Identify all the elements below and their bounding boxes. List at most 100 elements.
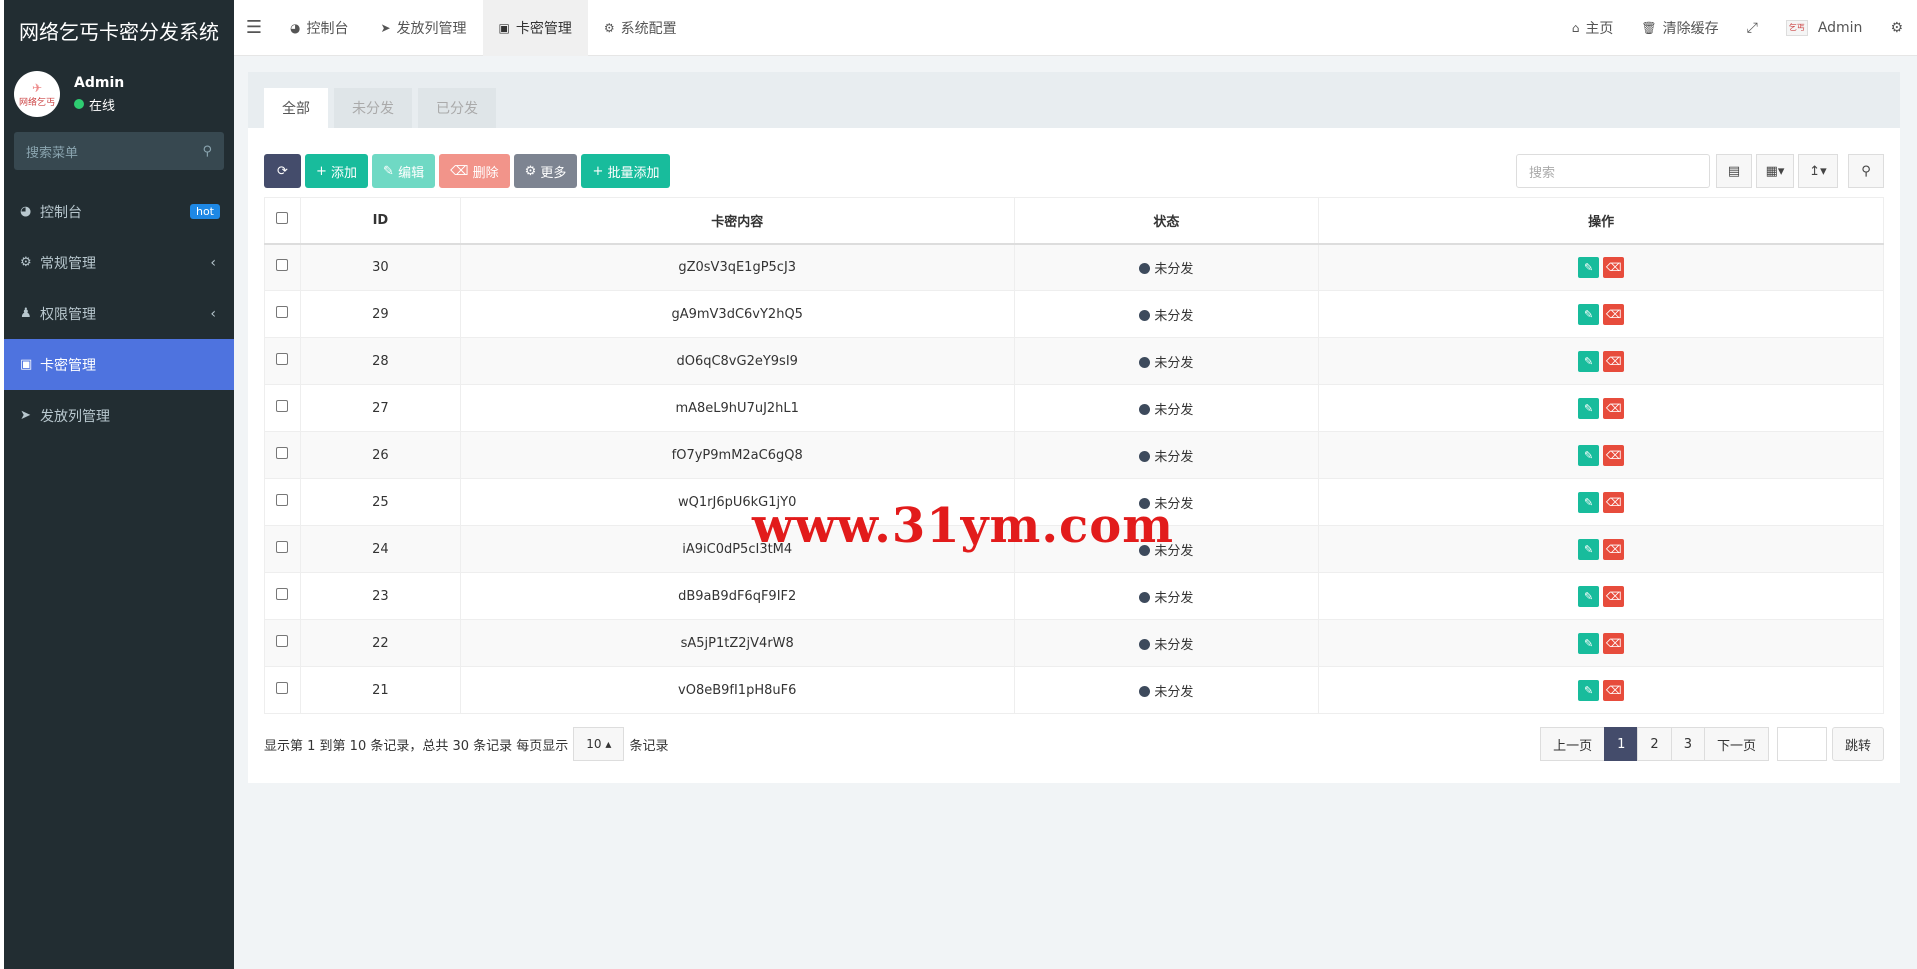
delete-row-button[interactable]: ⌫ [1603,491,1625,513]
page-3-button[interactable]: 3 [1670,727,1705,761]
home-link[interactable]: ⌂ 主页 [1558,18,1628,38]
settings-gear-icon[interactable]: ⚙ [1876,20,1917,36]
menu-toggle-icon[interactable]: ☰ [234,17,274,38]
table-row[interactable]: 27 mA8eL9hU7uJ2hL1 未分发 ✎ ⌫ [264,384,1884,432]
row-content: sA5jP1tZ2jV4rW8 [459,619,1015,667]
card-icon: ▣ [498,20,510,35]
delete-row-button[interactable]: ⌫ [1603,679,1625,701]
delete-row-button[interactable]: ⌫ [1603,538,1625,560]
sidebar-item-cards[interactable]: ▣ 卡密管理 [4,339,234,390]
row-ops: ✎ ⌫ [1318,572,1884,620]
tab-distribution[interactable]: ➤ 发放列管理 [364,0,482,56]
sidebar-search-input[interactable]: 搜索菜单 ⚲ [14,132,224,170]
clear-cache-button[interactable]: 🗑 清除缓存 [1627,18,1732,38]
avatar-logo-icon: ✈ [31,80,43,95]
app-title: 网络乞丐卡密分发系统 [4,0,234,60]
filter-tabs: 全部 未分发 已分发 [248,72,1900,128]
column-header-id[interactable]: ID [299,197,461,245]
delete-row-button[interactable]: ⌫ [1603,256,1625,278]
row-checkbox[interactable] [264,384,301,432]
table-row[interactable]: 30 gZ0sV3qE1gP5cJ3 未分发 ✎ ⌫ [264,243,1884,291]
delete-row-button[interactable]: ⌫ [1603,585,1625,607]
edit-row-button[interactable]: ✎ [1578,350,1600,372]
table-row[interactable]: 21 vO8eB9fI1pH8uF6 未分发 ✎ ⌫ [264,666,1884,714]
edit-row-button[interactable]: ✎ [1578,491,1600,513]
edit-row-button[interactable]: ✎ [1578,397,1600,419]
admin-menu[interactable]: 乞丐 Admin [1772,19,1877,36]
sidebar-item-permissions[interactable]: ♟ 权限管理 ‹ [4,288,234,339]
delete-button[interactable]: ⌫ 删除 [439,154,510,188]
user-status: 在线 [74,95,124,114]
row-id: 22 [299,619,461,667]
refresh-button[interactable]: ⟳ [264,154,301,188]
row-checkbox[interactable] [264,666,301,714]
edit-row-button[interactable]: ✎ [1578,444,1600,466]
table-row[interactable]: 23 dB9aB9dF6qF9IF2 未分发 ✎ ⌫ [264,572,1884,620]
edit-row-button[interactable]: ✎ [1578,538,1600,560]
row-checkbox[interactable] [264,290,301,338]
table-row[interactable]: 22 sA5jP1tZ2jV4rW8 未分发 ✎ ⌫ [264,619,1884,667]
page-2-button[interactable]: 2 [1637,727,1672,761]
column-header-ops: 操作 [1318,197,1884,245]
jump-button[interactable]: 跳转 [1831,727,1884,761]
row-ops: ✎ ⌫ [1318,525,1884,573]
table-row[interactable]: 29 gA9mV3dC6vY2hQ5 未分发 ✎ ⌫ [264,290,1884,338]
row-checkbox[interactable] [264,337,301,385]
user-name: Admin [74,74,125,91]
row-checkbox[interactable] [264,431,301,479]
batch-add-button[interactable]: + 批量添加 [581,154,671,188]
sidebar-item-distribution[interactable]: ➤ 发放列管理 [4,390,234,441]
gear-icon: ⚙ [524,163,541,179]
delete-row-button[interactable]: ⌫ [1603,632,1625,654]
sidebar-item-dashboard[interactable]: ◕ 控制台 hot [4,186,234,237]
records-suffix: 条记录 [629,738,669,754]
online-dot-icon [74,99,84,109]
select-all-checkbox[interactable] [264,197,301,245]
columns-button[interactable]: ▦▾ [1756,154,1794,188]
toggle-view-button[interactable]: ▤ [1716,154,1752,188]
row-id: 24 [299,525,461,573]
row-checkbox[interactable] [264,619,301,667]
page-size-select[interactable]: 10 ▴ [573,727,625,761]
add-button[interactable]: + 添加 [305,154,369,188]
row-content: gA9mV3dC6vY2hQ5 [459,290,1015,338]
tab-dashboard[interactable]: ◕ 控制台 [274,0,364,56]
table-row[interactable]: 26 fO7yP9mM2aC6gQ8 未分发 ✎ ⌫ [264,431,1884,479]
filter-tab-distributed[interactable]: 已分发 [418,88,496,128]
tab-cards[interactable]: ▣ 卡密管理 [482,0,588,56]
row-checkbox[interactable] [264,243,301,291]
row-checkbox[interactable] [264,572,301,620]
table-row[interactable]: 28 dO6qC8vG2eY9sI9 未分发 ✎ ⌫ [264,337,1884,385]
tab-system-config[interactable]: ⚙ 系统配置 [588,0,693,56]
edit-row-button[interactable]: ✎ [1578,585,1600,607]
table-search-input[interactable]: 搜索 [1516,154,1710,188]
delete-row-button[interactable]: ⌫ [1603,444,1625,466]
search-icon[interactable]: ⚲ [202,144,212,159]
next-page-button[interactable]: 下一页 [1703,727,1769,761]
prev-page-button[interactable]: 上一页 [1540,727,1606,761]
jump-page-input[interactable] [1776,727,1827,761]
plus-icon: + [316,163,332,179]
edit-row-button[interactable]: ✎ [1578,256,1600,278]
advanced-search-button[interactable]: ⚲ [1848,154,1884,188]
row-checkbox[interactable] [264,478,301,526]
edit-row-button[interactable]: ✎ [1578,632,1600,654]
delete-row-button[interactable]: ⌫ [1603,303,1625,325]
export-button[interactable]: ↥▾ [1798,154,1838,188]
more-button[interactable]: ⚙ 更多 [513,154,578,188]
row-ops: ✎ ⌫ [1318,337,1884,385]
trash-icon: 🗑 [1641,20,1657,35]
delete-row-button[interactable]: ⌫ [1603,350,1625,372]
edit-button[interactable]: ✎ 编辑 [372,154,436,188]
page-1-button[interactable]: 1 [1604,727,1639,761]
filter-tab-undistributed[interactable]: 未分发 [334,88,412,128]
delete-row-button[interactable]: ⌫ [1603,397,1625,419]
edit-row-button[interactable]: ✎ [1578,303,1600,325]
fullscreen-icon[interactable]: ⤢ [1733,20,1772,36]
paper-plane-icon: ➤ [380,20,391,35]
sidebar-item-general[interactable]: ⚙ 常规管理 ‹ [4,237,234,288]
filter-tab-all[interactable]: 全部 [264,88,328,128]
edit-row-button[interactable]: ✎ [1578,679,1600,701]
row-checkbox[interactable] [264,525,301,573]
user-panel: ✈ 网络乞丐 Admin 在线 [4,60,234,128]
